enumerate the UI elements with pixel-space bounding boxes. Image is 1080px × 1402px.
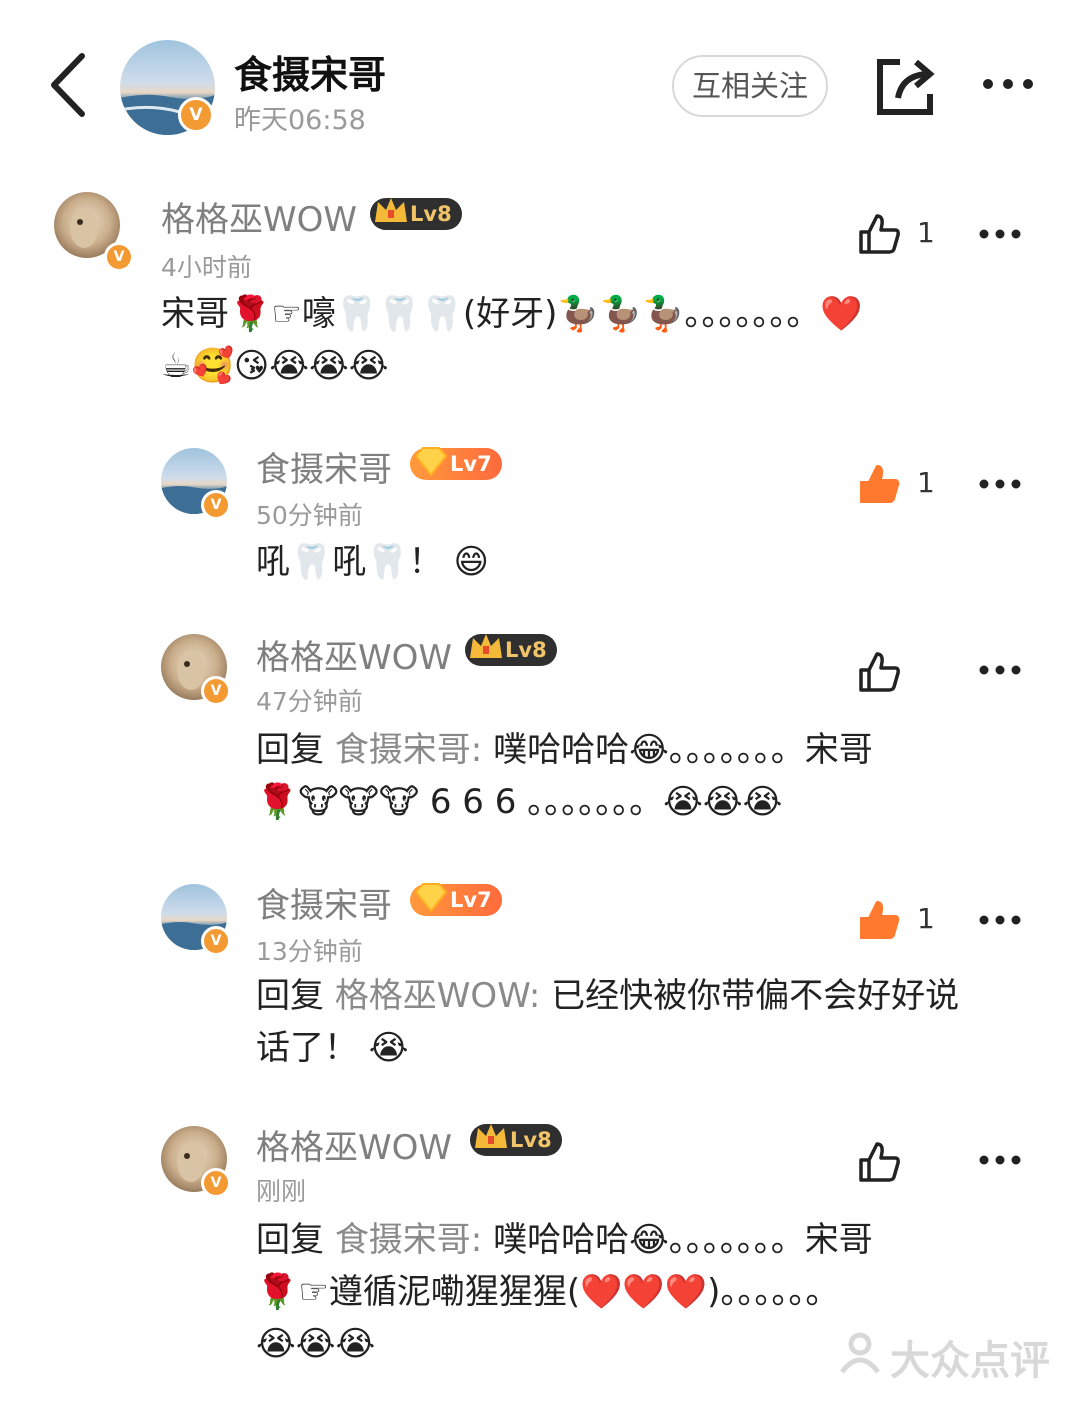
level-badge: Lv8 — [465, 634, 557, 666]
comment-line: ☕🥰😘😭😭😭 — [161, 346, 389, 386]
more-icon[interactable] — [978, 474, 1022, 494]
crown-icon — [475, 1124, 507, 1148]
verified-icon: V — [201, 676, 231, 706]
comment-line: 宋哥🌹☞嚎🦷🦷🦷(好牙)🦆🦆🦆。。。。。。。❤️ — [161, 294, 863, 334]
reply-prefix: 回复 — [256, 1220, 335, 1260]
author-name[interactable]: 食摄宋哥 — [234, 44, 386, 99]
more-icon[interactable] — [980, 66, 1036, 102]
level-label: Lv7 — [450, 452, 492, 476]
commenter-name[interactable]: 格格巫WOW — [256, 630, 452, 679]
more-icon[interactable] — [978, 660, 1022, 680]
reply-text: 已经快被你带偏不会好好说 — [551, 976, 960, 1016]
verified-icon: V — [178, 97, 214, 133]
comment-time: 刚刚 — [256, 1177, 307, 1206]
reply-target[interactable]: 格格巫WOW: — [335, 976, 551, 1016]
level-badge: Lv7 — [410, 447, 502, 480]
comment-text: 宋哥🌹☞嚎🦷🦷🦷(好牙)🦆🦆🦆。。。。。。。❤️ ☕🥰😘😭😭😭 — [161, 288, 1021, 392]
level-label: Lv8 — [510, 1128, 552, 1152]
comment-text: 回复 食摄宋哥: 噗哈哈哈😂。。。。。。。宋哥 🌹🐮🐮🐮 6 6 6 。。。。。… — [256, 724, 1036, 828]
level-label: Lv8 — [505, 638, 547, 662]
reply-text: 噗哈哈哈😂。。。。。。。宋哥 — [493, 1220, 873, 1260]
level-label: Lv7 — [450, 888, 492, 912]
reply-text: 噗哈哈哈😂。。。。。。。宋哥 — [493, 730, 873, 770]
commenter-name[interactable]: 格格巫WOW — [256, 1120, 452, 1169]
comment-line: 回复 食摄宋哥: 噗哈哈哈😂。。。。。。。宋哥 — [256, 1214, 1036, 1266]
back-arrow-icon[interactable] — [44, 50, 94, 120]
diamond-icon — [414, 883, 448, 913]
verified-icon: V — [201, 926, 231, 956]
commenter-name[interactable]: 食摄宋哥 — [256, 442, 392, 491]
commenter-name[interactable]: 格格巫WOW — [161, 192, 357, 241]
comment-line: 回复 格格巫WOW: 已经快被你带偏不会好好说 — [256, 970, 1036, 1022]
comment-time: 4小时前 — [161, 253, 252, 282]
like-icon[interactable] — [857, 898, 901, 942]
comment-time: 13分钟前 — [256, 937, 363, 966]
comment-time: 47分钟前 — [256, 687, 363, 716]
comment-time: 50分钟前 — [256, 501, 363, 530]
dianping-logo-icon — [840, 1332, 880, 1374]
post-time: 昨天06:58 — [234, 105, 366, 136]
reply-target[interactable]: 食摄宋哥: — [335, 730, 493, 770]
reply-prefix: 回复 — [256, 976, 335, 1016]
comment-text: 回复 格格巫WOW: 已经快被你带偏不会好好说 话了！ 😭 — [256, 970, 1036, 1074]
like-count: 1 — [917, 466, 935, 499]
watermark: 大众点评 — [890, 1338, 1050, 1384]
comment-line: 🌹☞遵循泥嘞猩猩猩(❤️❤️❤️)。。。。。。 — [256, 1272, 840, 1312]
comment-line: 吼🦷吼🦷！ 😄 — [256, 542, 489, 582]
commenter-name[interactable]: 食摄宋哥 — [256, 878, 392, 927]
like-count: 1 — [917, 902, 935, 935]
level-badge: Lv8 — [470, 1124, 562, 1156]
crown-icon — [375, 198, 407, 222]
comment-line: 🌹🐮🐮🐮 6 6 6 。。。。。。。😭😭😭 — [256, 782, 783, 822]
verified-icon: V — [201, 1168, 231, 1198]
crown-icon — [470, 634, 502, 658]
reply-prefix: 回复 — [256, 730, 335, 770]
like-icon[interactable] — [857, 462, 901, 506]
follow-button[interactable]: 互相关注 — [672, 55, 828, 117]
like-count: 1 — [917, 216, 935, 249]
more-icon[interactable] — [978, 1150, 1022, 1170]
diamond-icon — [414, 447, 448, 477]
reply-item: V 食摄宋哥 Lv7 13分钟前 1 回复 格格巫WOW: 已经快被你带偏不会好… — [0, 866, 1080, 1086]
reply-target[interactable]: 食摄宋哥: — [335, 1220, 493, 1260]
comment-line: 回复 食摄宋哥: 噗哈哈哈😂。。。。。。。宋哥 — [256, 724, 1036, 776]
verified-icon: V — [201, 490, 231, 520]
like-icon[interactable] — [857, 650, 901, 694]
verified-icon: V — [104, 242, 134, 272]
like-icon[interactable] — [857, 1140, 901, 1184]
post-header: V 食摄宋哥 昨天06:58 互相关注 — [0, 0, 1080, 160]
share-icon[interactable] — [872, 54, 938, 120]
more-icon[interactable] — [978, 910, 1022, 930]
reply-item: V 格格巫WOW Lv8 47分钟前 回复 食摄宋哥: 噗哈哈哈😂。。。。。。。… — [0, 618, 1080, 858]
more-icon[interactable] — [978, 224, 1022, 244]
level-label: Lv8 — [410, 202, 452, 226]
comment-line: 话了！ 😭 — [256, 1028, 409, 1068]
comment-item: V 格格巫WOW Lv8 4小时前 1 宋哥🌹☞嚎🦷🦷🦷(好牙)🦆🦆🦆。。。。。… — [0, 180, 1080, 420]
like-icon[interactable] — [857, 212, 901, 256]
comment-text: 吼🦷吼🦷！ 😄 — [256, 536, 1016, 588]
reply-item: V 食摄宋哥 Lv7 50分钟前 1 吼🦷吼🦷！ 😄 — [0, 430, 1080, 610]
level-badge: Lv8 — [370, 198, 462, 230]
level-badge: Lv7 — [410, 883, 502, 916]
